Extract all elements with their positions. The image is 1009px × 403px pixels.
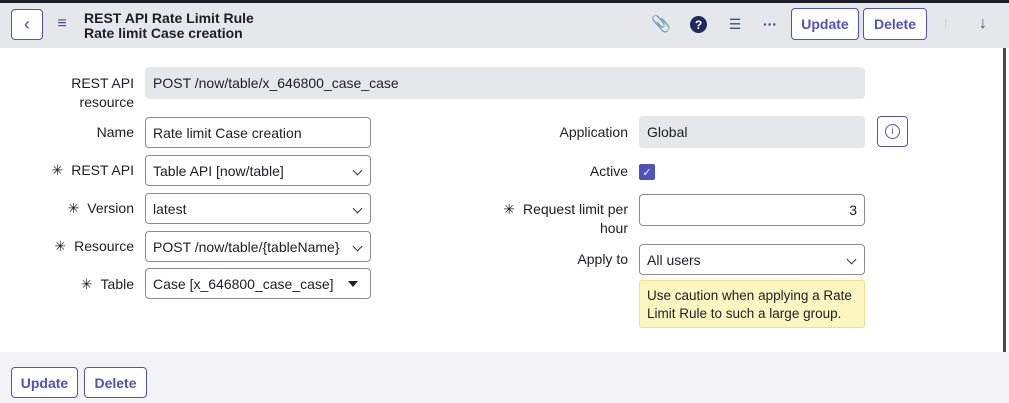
settings-sliders-icon[interactable]: ☰ (726, 14, 744, 34)
delete-button[interactable]: Delete (863, 8, 927, 40)
more-options-icon[interactable]: ··· (760, 14, 780, 34)
back-button[interactable]: ‹ (11, 9, 43, 40)
footer-update-button[interactable]: Update (11, 367, 78, 398)
active-checkbox[interactable]: ✓ (639, 164, 655, 180)
resource-label: ✳ Resource (54, 238, 134, 254)
version-select[interactable]: latest (145, 193, 371, 224)
rest-api-select[interactable]: Table API [now/table] (145, 155, 371, 186)
form-footer (0, 352, 1009, 403)
paperclip-icon[interactable]: 📎 (651, 14, 671, 34)
rest-api-label: ✳ REST API (51, 162, 134, 178)
version-label: ✳ Version (67, 200, 134, 216)
info-icon: i (885, 124, 900, 139)
help-icon[interactable]: ? (690, 16, 707, 33)
previous-record-arrow-icon[interactable]: ↑ (937, 14, 955, 34)
apply-to-label: Apply to (577, 251, 628, 267)
required-icon: ✳ (503, 201, 515, 217)
application-label: Application (559, 124, 629, 140)
footer-delete-button[interactable]: Delete (84, 367, 147, 398)
request-limit-input[interactable]: 3 (639, 194, 865, 226)
hamburger-menu-icon[interactable]: ≡ (54, 15, 70, 33)
scrollbar[interactable] (1003, 48, 1006, 352)
application-field: Global (639, 116, 865, 148)
rest-api-resource-label: REST API resource (71, 75, 134, 110)
rest-api-resource-field: POST /now/table/x_646800_case_case (145, 67, 865, 99)
next-record-arrow-icon[interactable]: ↓ (974, 14, 992, 34)
required-icon: ✳ (80, 276, 93, 292)
table-label: ✳ Table (80, 276, 134, 292)
required-icon: ✳ (54, 238, 67, 254)
required-icon: ✳ (67, 200, 80, 216)
active-label: Active (589, 163, 628, 179)
record-name: Rate limit Case creation (84, 25, 243, 41)
warning-message: Use caution when applying a Rate Limit R… (639, 280, 865, 328)
update-button[interactable]: Update (791, 8, 859, 40)
name-input[interactable]: Rate limit Case creation (145, 117, 371, 148)
form-title: REST API Rate Limit Rule (84, 10, 254, 26)
chevron-left-icon: ‹ (24, 14, 30, 34)
resource-select[interactable]: POST /now/table/{tableName} (145, 231, 371, 262)
request-limit-label: ✳ Request limit per hour (503, 201, 628, 236)
required-icon: ✳ (51, 162, 64, 178)
table-select[interactable]: Case [x_646800_case_case] (145, 268, 371, 299)
name-label: Name (96, 124, 134, 140)
application-info-button[interactable]: i (877, 116, 908, 147)
apply-to-select[interactable]: All users (639, 244, 865, 275)
